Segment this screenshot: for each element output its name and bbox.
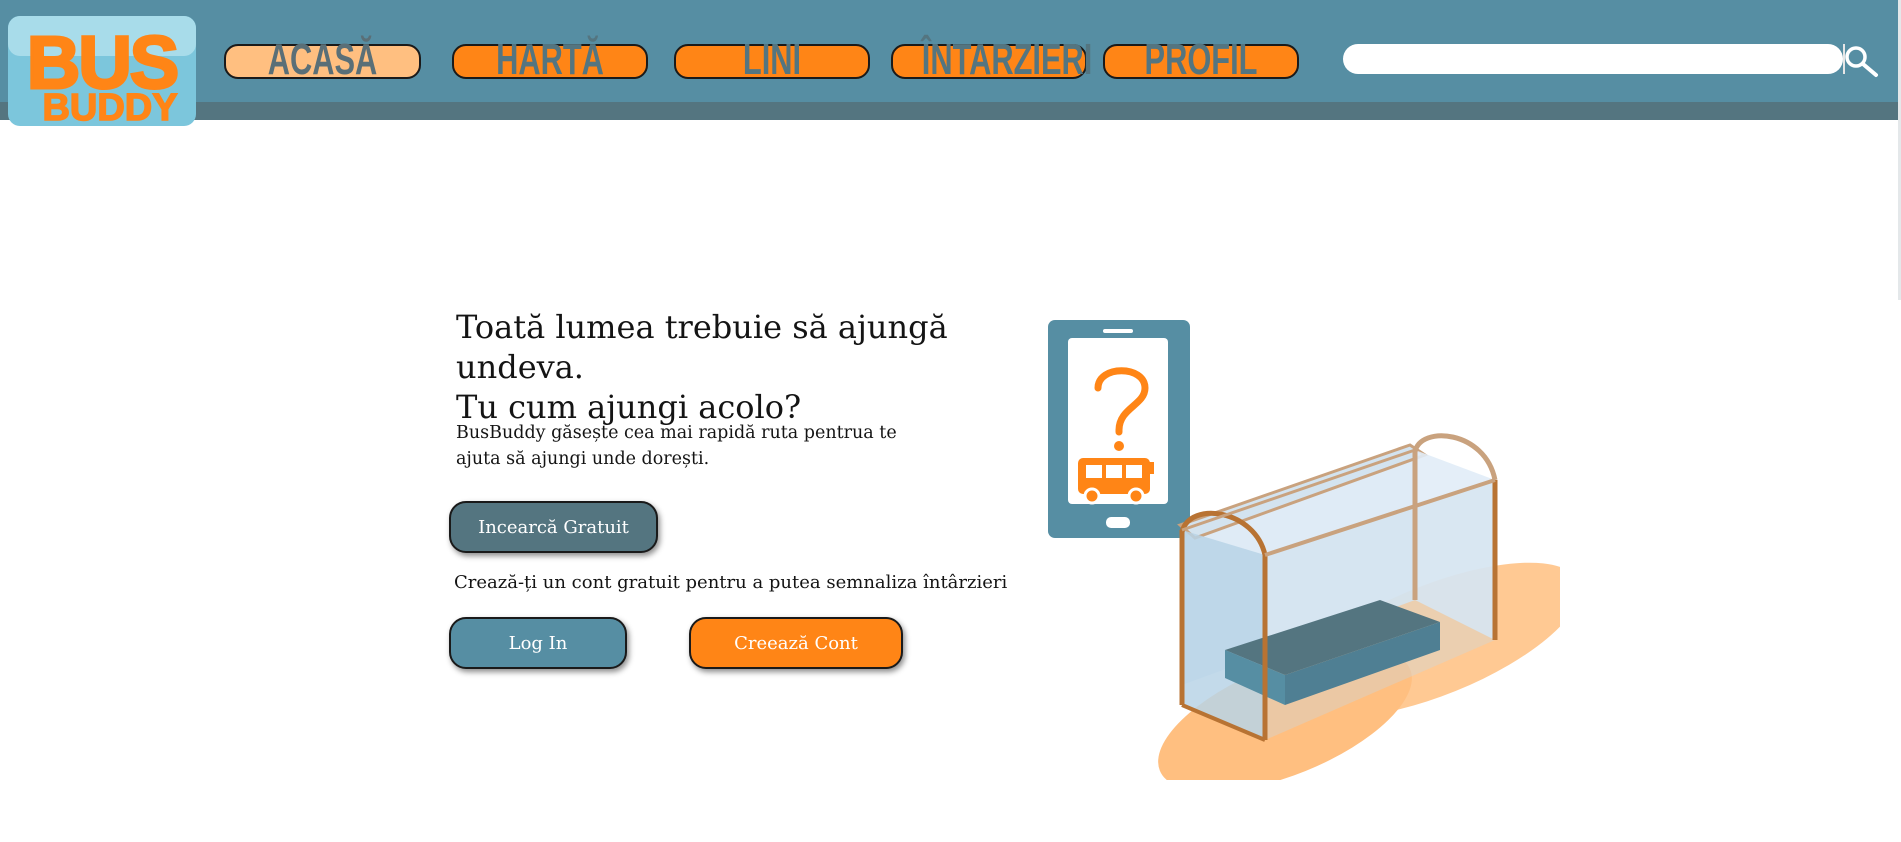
nav-home-button[interactable]: ACASĂ xyxy=(224,38,421,82)
busbuddy-logo[interactable]: BUS BUDDY xyxy=(6,14,202,130)
hero-headline: Toată lumea trebuie să ajungă undeva. Tu… xyxy=(456,307,1056,427)
nav-profile-button[interactable]: PROFIL xyxy=(1103,38,1299,82)
create-account-button[interactable]: Creează Cont xyxy=(689,617,903,669)
nav-lines-button[interactable]: LINI xyxy=(674,38,870,82)
header-bottom-strip xyxy=(0,102,1901,120)
bus-stop-illustration xyxy=(1040,310,1581,792)
logo-text-buddy: BUDDY xyxy=(42,87,177,129)
nav-profile-label: PROFIL xyxy=(1144,35,1258,84)
signup-hint: Crează-ți un cont gratuit pentru a putea… xyxy=(454,572,1008,593)
login-button[interactable]: Log In xyxy=(449,617,627,669)
nav-map-label: HARTĂ xyxy=(496,35,604,84)
magnifier-icon[interactable] xyxy=(1843,44,1879,78)
nav-delays-label: ÎNTARZIERI xyxy=(921,35,1093,84)
hero-description: BusBuddy găsește cea mai rapidă ruta pen… xyxy=(456,420,906,472)
nav-map-button[interactable]: HARTĂ xyxy=(452,38,648,82)
hero-description-line2: ajuta să ajungi unde dorești. xyxy=(456,449,710,469)
nav-lines-label: LINI xyxy=(742,35,802,84)
hero-description-line1: BusBuddy găsește cea mai rapidă ruta pen… xyxy=(456,423,897,443)
bus-shelter-icon xyxy=(1177,433,1498,742)
hero-headline-line1: Toată lumea trebuie să ajungă undeva. xyxy=(456,308,948,386)
nav-delays-button[interactable]: ÎNTARZIERI xyxy=(891,38,1092,82)
search-input[interactable] xyxy=(1343,44,1843,74)
try-free-button[interactable]: Incearcă Gratuit xyxy=(449,501,658,553)
nav-home-label: ACASĂ xyxy=(267,35,378,84)
search-bar xyxy=(1343,44,1845,74)
